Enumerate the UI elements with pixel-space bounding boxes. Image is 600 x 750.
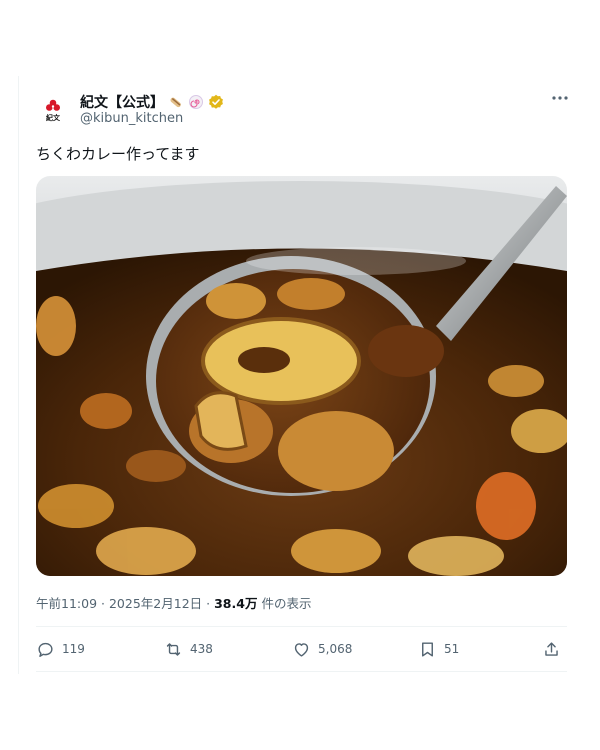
meta-separator: ·	[101, 596, 105, 611]
meta-separator: ·	[206, 596, 211, 611]
views-count: 38.4万	[214, 596, 258, 611]
bookmark-count: 51	[444, 642, 460, 656]
like-button[interactable]: 5,068	[292, 636, 352, 662]
retweet-button[interactable]: 438	[164, 636, 213, 662]
verified-badge-icon	[209, 94, 223, 109]
tweet-actions: 119 438 5,068 51	[36, 636, 567, 662]
name-row: 紀文【公式】	[80, 92, 224, 112]
reply-icon	[38, 642, 53, 657]
avatar[interactable]: 紀文	[36, 95, 70, 129]
divider	[36, 626, 567, 627]
bookmark-button[interactable]: 51	[418, 636, 459, 662]
tweet-time[interactable]: 午前11:09	[36, 596, 97, 611]
tweet-meta: 午前11:09 · 2025年2月12日 · 38.4万 件の表示	[36, 593, 311, 612]
views-label: 件の表示	[261, 596, 312, 611]
tweet-photo[interactable]	[36, 176, 567, 576]
tweet-date[interactable]: 2025年2月12日	[109, 596, 202, 611]
retweet-count: 438	[190, 642, 213, 656]
heart-icon	[294, 642, 309, 657]
tweet-text: ちくわカレー作ってます	[36, 145, 200, 163]
divider	[36, 671, 567, 672]
share-button[interactable]	[542, 636, 561, 662]
share-icon	[545, 641, 558, 656]
logo-text: 紀文	[46, 114, 60, 122]
logo-flower-icon	[46, 99, 60, 111]
bookmark-icon	[422, 641, 433, 657]
reply-button[interactable]: 119	[36, 636, 85, 662]
display-name[interactable]: 紀文【公式】	[80, 92, 164, 112]
more-options-icon[interactable]	[551, 90, 569, 106]
naruto-emoji-icon	[189, 95, 203, 109]
like-count: 5,068	[318, 642, 353, 656]
handle[interactable]: @kibun_kitchen	[80, 111, 183, 126]
reply-count: 119	[62, 642, 85, 656]
retweet-icon	[166, 642, 181, 656]
curry-ladle-photo	[36, 176, 567, 576]
chikuwa-emoji-icon	[170, 97, 181, 108]
